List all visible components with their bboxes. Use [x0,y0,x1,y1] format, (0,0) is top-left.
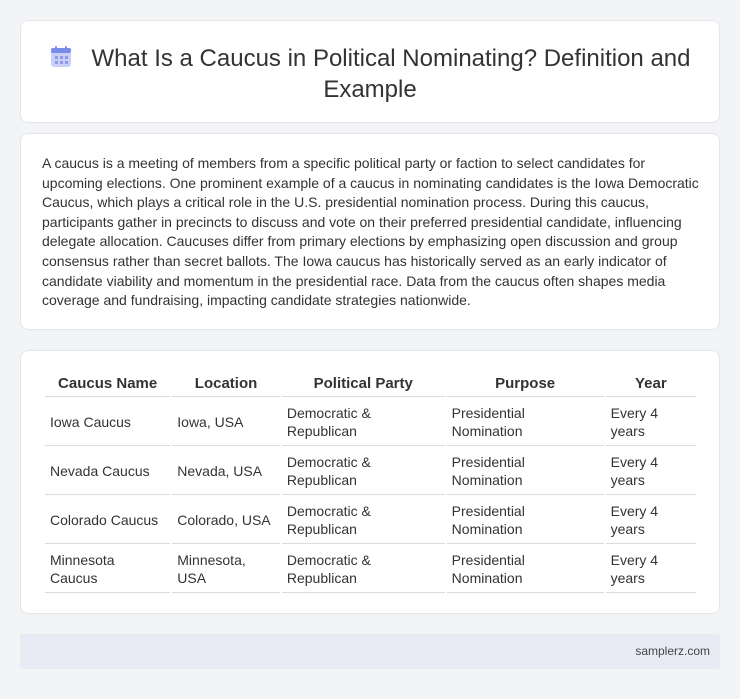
table-row: Minnesota Caucus Minnesota, USA Democrat… [45,546,696,593]
cell-year: Every 4 years [605,448,696,495]
cell-location: Nevada, USA [172,448,280,495]
header-card: What Is a Caucus in Political Nominating… [20,20,720,123]
cell-location: Iowa, USA [172,399,280,446]
cell-purpose: Presidential Nomination [446,448,604,495]
cell-location: Minnesota, USA [172,546,280,593]
cell-caucus-name: Colorado Caucus [45,497,171,544]
cell-caucus-name: Minnesota Caucus [45,546,171,593]
column-header-political-party: Political Party [281,372,445,397]
cell-purpose: Presidential Nomination [446,399,604,446]
header: What Is a Caucus in Political Nominating… [21,43,719,105]
article-card: A caucus is a meeting of members from a … [20,133,720,330]
cell-political-party: Democratic & Republican [281,448,445,495]
cell-location: Colorado, USA [172,497,280,544]
footer: samplerz.com [20,634,720,669]
table-row: Nevada Caucus Nevada, USA Democratic & R… [45,448,696,495]
article-paragraph: A caucus is a meeting of members from a … [42,155,699,309]
cell-purpose: Presidential Nomination [446,546,604,593]
caucus-table: Caucus Name Location Political Party Pur… [43,370,698,595]
table-row: Iowa Caucus Iowa, USA Democratic & Repub… [45,399,696,446]
cell-year: Every 4 years [605,546,696,593]
footer-site-link[interactable]: samplerz.com [635,644,710,658]
cell-year: Every 4 years [605,399,696,446]
cell-political-party: Democratic & Republican [281,546,445,593]
cell-political-party: Democratic & Republican [281,399,445,446]
cell-purpose: Presidential Nomination [446,497,604,544]
column-header-caucus-name: Caucus Name [45,372,171,397]
page-title: What Is a Caucus in Political Nominating… [21,43,719,105]
column-header-purpose: Purpose [446,372,604,397]
column-header-location: Location [172,372,280,397]
table-header-row: Caucus Name Location Political Party Pur… [45,372,696,397]
table-row: Colorado Caucus Colorado, USA Democratic… [45,497,696,544]
cell-political-party: Democratic & Republican [281,497,445,544]
cell-caucus-name: Nevada Caucus [45,448,171,495]
cell-year: Every 4 years [605,497,696,544]
table-card: Caucus Name Location Political Party Pur… [20,350,720,614]
cell-caucus-name: Iowa Caucus [45,399,171,446]
column-header-year: Year [605,372,696,397]
calendar-icon [50,46,71,67]
page-title-text: What Is a Caucus in Political Nominating… [91,45,691,103]
